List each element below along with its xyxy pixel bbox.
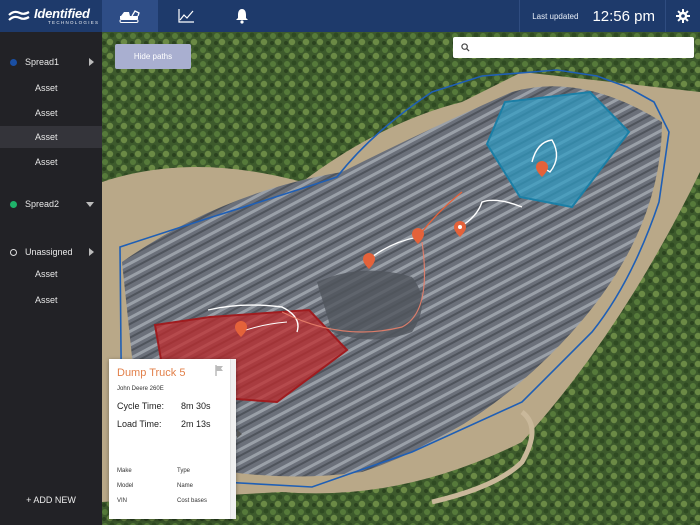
asset-detail-card: Dump Truck 5 John Deere 260E Cycle Time:… (109, 359, 242, 519)
sidebar-group-spread1[interactable]: Spread1 (0, 52, 102, 72)
detail-field: Cost bases (177, 498, 208, 504)
sidebar-item-asset[interactable]: Asset (0, 102, 102, 124)
sidebar-item-asset[interactable]: Asset (0, 151, 102, 173)
add-new-button[interactable]: + ADD NEW (0, 495, 102, 505)
detail-field: Name (177, 483, 194, 489)
search-icon (461, 43, 470, 52)
settings-button[interactable] (666, 0, 700, 32)
tab-equipment[interactable] (102, 0, 158, 32)
load-time-value: 2m 13s (181, 419, 211, 429)
clock-time: 12:56 pm (592, 0, 666, 32)
logo-mark-icon (8, 10, 30, 21)
sidebar-group-unassigned[interactable]: Unassigned (0, 242, 102, 262)
logo-tagline: TECHNOLOGIES (48, 19, 100, 25)
excavator-icon (119, 10, 140, 23)
group-label: Spread1 (25, 57, 60, 67)
status-dot-icon (10, 58, 17, 66)
group-label: Unassigned (25, 247, 73, 257)
chevron-right-icon[interactable] (89, 248, 94, 256)
asset-model: John Deere 260E (117, 386, 164, 392)
sidebar-item-asset[interactable]: Asset (0, 77, 102, 99)
detail-field: Make (117, 468, 132, 474)
sidebar-item-asset[interactable]: Asset (0, 126, 102, 148)
card-scrollbar[interactable] (230, 359, 236, 519)
cycle-time-row: Cycle Time: 8m 30s (117, 401, 228, 411)
sidebar: Spread1 Asset Asset Asset Asset Spread2 … (0, 32, 102, 525)
asset-title: Dump Truck 5 (117, 367, 186, 379)
search-bar[interactable] (453, 37, 694, 58)
search-input[interactable] (476, 38, 694, 57)
flag-icon[interactable] (215, 365, 224, 376)
sidebar-group-spread2[interactable]: Spread2 (0, 194, 102, 214)
sidebar-item-asset[interactable]: Asset (0, 289, 102, 311)
load-time-row: Load Time: 2m 13s (117, 419, 228, 429)
status-dot-icon (10, 248, 17, 256)
chevron-down-icon[interactable] (86, 202, 94, 207)
expand-arrow-icon[interactable] (237, 430, 242, 438)
tab-analytics[interactable] (158, 0, 214, 32)
group-label: Spread2 (25, 199, 60, 209)
chevron-right-icon[interactable] (89, 58, 94, 66)
detail-field: Model (117, 483, 134, 489)
gear-icon (676, 9, 690, 23)
tab-notifications[interactable] (214, 0, 270, 32)
detail-field: Type (177, 468, 191, 474)
asset-details-grid: Make Type Model Name VIN Cost bases (117, 468, 227, 504)
load-time-label: Load Time: (117, 419, 162, 429)
map-view[interactable]: Hide paths Dump Truck 5 John Deere 260E … (102, 32, 700, 525)
top-bar: Identified TECHNOLOGIES Last updated 12:… (0, 0, 700, 32)
bell-icon (236, 9, 248, 24)
status-dot-icon (10, 200, 17, 208)
sidebar-item-asset[interactable]: Asset (0, 263, 102, 285)
line-chart-icon (178, 9, 194, 23)
last-updated-label: Last updated (519, 0, 590, 32)
hide-paths-button[interactable]: Hide paths (115, 44, 191, 69)
cycle-time-label: Cycle Time: (117, 401, 165, 411)
detail-field: VIN (117, 498, 128, 504)
logo: Identified TECHNOLOGIES (0, 0, 102, 32)
logo-name: Identified (34, 5, 90, 21)
cycle-time-value: 8m 30s (181, 401, 211, 411)
